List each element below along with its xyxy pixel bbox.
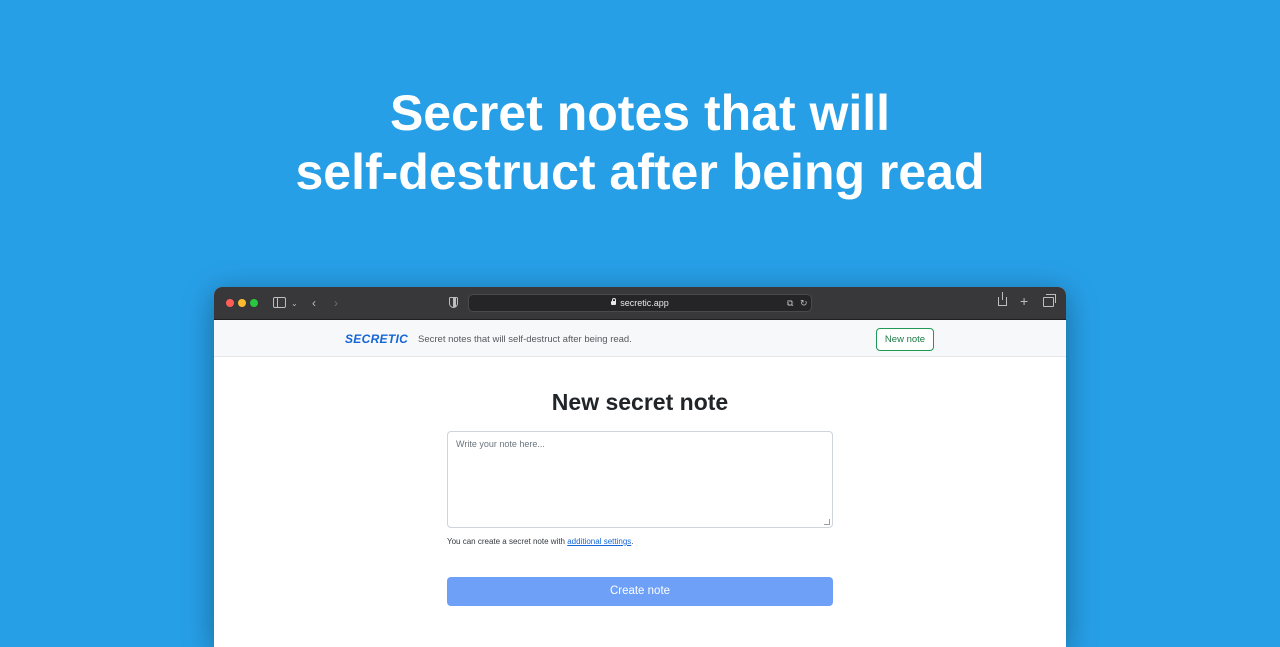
chevron-down-icon[interactable]: ⌄ <box>291 297 298 311</box>
app-navbar: SECRETIC Secret notes that will self-des… <box>214 320 1066 357</box>
hero-line-2: self-destruct after being read <box>295 144 985 200</box>
minimize-window-button[interactable] <box>238 299 246 307</box>
address-bar[interactable]: secretic.app ⧉ ↻ <box>468 294 812 312</box>
close-window-button[interactable] <box>226 299 234 307</box>
settings-hint: You can create a secret note with additi… <box>447 537 634 547</box>
app-tagline: Secret notes that will self-destruct aft… <box>418 334 632 345</box>
hero-line-1: Secret notes that will <box>389 85 891 141</box>
chevron-left-icon[interactable]: ‹ <box>312 296 316 310</box>
translate-icon[interactable]: ⧉ <box>787 296 793 310</box>
hint-prefix: You can create a secret note with <box>447 537 568 546</box>
hint-suffix: . <box>631 537 634 546</box>
lock-icon <box>611 298 617 305</box>
chevron-right-icon[interactable]: › <box>334 296 338 310</box>
resize-handle[interactable] <box>824 519 830 525</box>
share-icon[interactable] <box>998 292 1007 306</box>
url-text: secretic.app <box>620 298 669 308</box>
note-placeholder: Write your note here... <box>456 439 545 449</box>
sidebar-icon[interactable] <box>273 297 286 308</box>
tab-overview-icon[interactable] <box>1043 294 1056 307</box>
plus-icon[interactable]: + <box>1020 294 1028 308</box>
reload-icon[interactable]: ↻ <box>800 296 808 310</box>
create-note-button[interactable]: Create note <box>447 577 833 606</box>
browser-window: ⌄ ‹ › secretic.app ⧉ ↻ + SECRETIC Secret… <box>214 287 1066 647</box>
page-title: New secret note <box>551 389 729 415</box>
shield-icon[interactable] <box>449 297 458 308</box>
zoom-window-button[interactable] <box>250 299 258 307</box>
browser-toolbar: ⌄ ‹ › secretic.app ⧉ ↻ + <box>214 287 1066 320</box>
additional-settings-link[interactable]: additional settings <box>567 537 631 546</box>
brand-logo[interactable]: SECRETIC <box>345 332 408 346</box>
hero-headline: Secret notes that will self-destruct aft… <box>0 84 1280 202</box>
note-textarea[interactable]: Write your note here... <box>447 431 833 528</box>
new-note-button[interactable]: New note <box>876 328 934 351</box>
